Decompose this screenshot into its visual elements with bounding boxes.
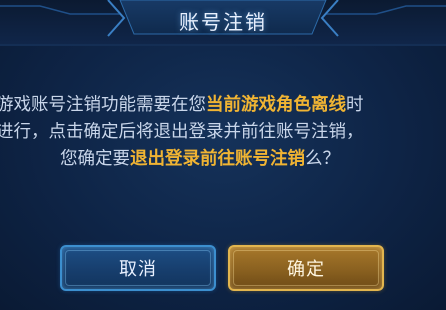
- message-line-1: 游戏账号注销功能需要在您当前游戏角色离线时: [0, 92, 364, 118]
- message-line-3-before: 您确定要: [60, 149, 130, 169]
- cancel-button[interactable]: 取消: [60, 245, 216, 291]
- message-line-3: 您确定要退出登录前往账号注销么？: [60, 146, 340, 172]
- message-line-1-before: 游戏账号注销功能需要在您: [0, 95, 206, 115]
- message-line-3-after: 么？: [305, 149, 340, 169]
- message-line-1-after: 时: [346, 95, 364, 115]
- dialog-header: 账号注销: [0, 0, 446, 46]
- message-line-2-text: 进行，点击确定后将退出登录并前往账号注销，: [0, 122, 364, 142]
- confirm-button-label: 确定: [287, 259, 325, 280]
- confirm-button[interactable]: 确定: [228, 245, 384, 291]
- message-line-1-highlight: 当前游戏角色离线: [206, 95, 346, 115]
- message-line-2: 进行，点击确定后将退出登录并前往账号注销，: [0, 119, 364, 145]
- cancel-button-label: 取消: [119, 259, 157, 280]
- account-deletion-dialog: 账号注销 游戏账号注销功能需要在您当前游戏角色离线时 进行，点击确定后将退出登录…: [0, 0, 446, 310]
- dialog-title: 账号注销: [179, 10, 267, 34]
- message-line-3-highlight: 退出登录前往账号注销: [130, 149, 305, 169]
